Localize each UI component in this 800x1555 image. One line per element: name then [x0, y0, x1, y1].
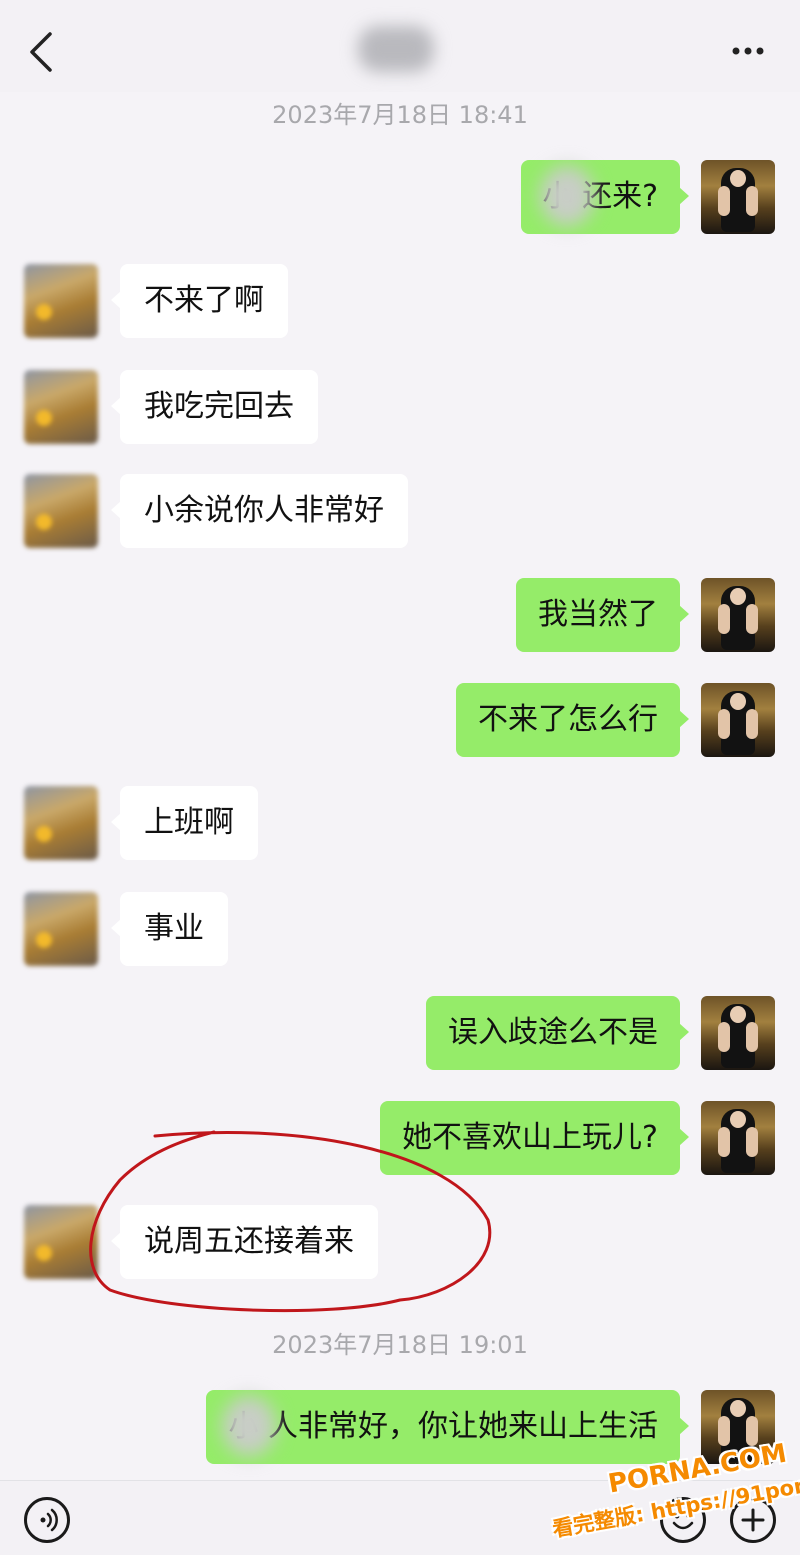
redaction-blur [540, 166, 594, 226]
message-bubble-received[interactable]: 上班啊 [111, 786, 258, 860]
redaction-blur [222, 1396, 276, 1456]
my-avatar[interactable] [701, 578, 775, 652]
contact-avatar[interactable] [24, 370, 98, 444]
contact-avatar[interactable] [24, 474, 98, 548]
ellipsis-icon[interactable] [728, 36, 768, 66]
message-bubble-received[interactable]: 事业 [111, 892, 228, 966]
my-avatar[interactable] [701, 683, 775, 757]
timestamp: 2023年7月18日 18:41 [272, 101, 528, 129]
message-bubble-received[interactable]: 我吃完回去 [111, 370, 318, 444]
my-avatar[interactable] [701, 160, 775, 234]
message-bubble-received[interactable]: 小余说你人非常好 [111, 474, 408, 548]
contact-avatar[interactable] [24, 892, 98, 966]
contact-avatar[interactable] [24, 786, 98, 860]
message-bubble-sent[interactable]: 误入歧途么不是 [426, 996, 689, 1070]
chevron-left-icon[interactable] [22, 30, 62, 74]
contact-avatar[interactable] [24, 1205, 98, 1279]
message-bubble-sent[interactable]: 不来了怎么行 [456, 683, 689, 757]
timestamp: 2023年7月18日 19:01 [272, 1331, 528, 1359]
message-bubble-sent[interactable]: 她不喜欢山上玩儿? [380, 1101, 689, 1175]
chat-header [0, 0, 800, 92]
contact-name-blur [358, 26, 434, 72]
message-bubble-sent[interactable]: 我当然了 [516, 578, 689, 652]
contact-avatar[interactable] [24, 264, 98, 338]
voice-icon[interactable] [24, 1497, 70, 1543]
my-avatar[interactable] [701, 1101, 775, 1175]
my-avatar[interactable] [701, 996, 775, 1070]
annotation-circle [89, 1130, 492, 1313]
message-bubble-sent[interactable]: 小 人非常好，你让她来山上生活 [206, 1390, 689, 1464]
message-bubble-received-highlighted[interactable]: 说周五还接着来 [111, 1205, 378, 1279]
message-bubble-received[interactable]: 不来了啊 [111, 264, 288, 338]
